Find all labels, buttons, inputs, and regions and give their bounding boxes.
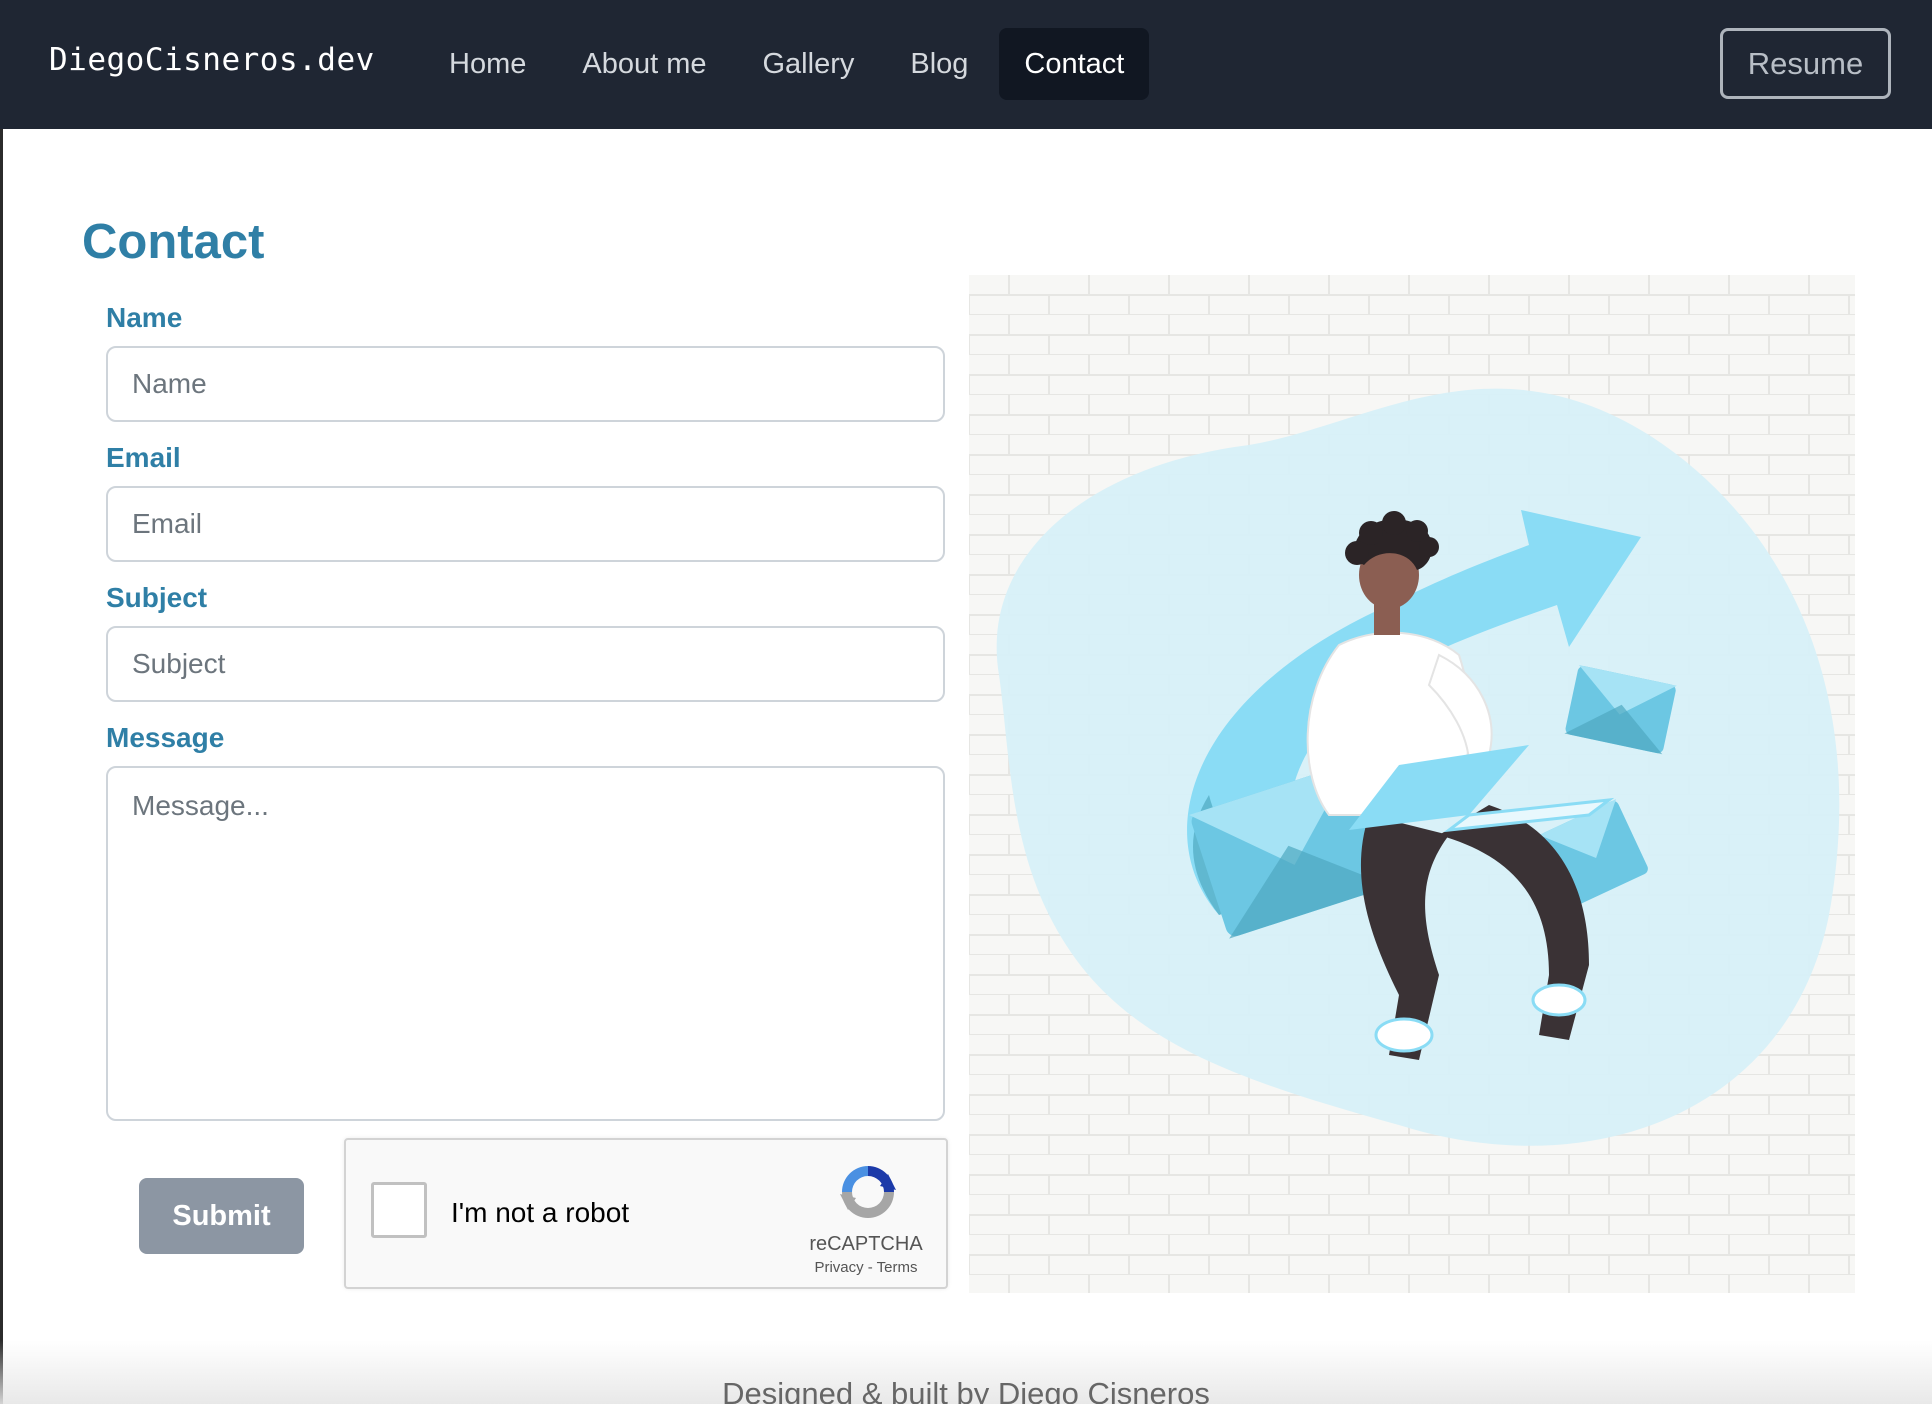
- nav-link-home[interactable]: Home: [424, 28, 551, 100]
- recaptcha-checkbox[interactable]: [371, 1182, 427, 1238]
- subject-input[interactable]: [106, 626, 945, 702]
- email-label: Email: [106, 442, 181, 473]
- email-input[interactable]: [106, 486, 945, 562]
- footer-credit: Designed & built by Diego Cisneros: [722, 1376, 1210, 1404]
- recaptcha-brand: reCAPTCHA: [809, 1233, 923, 1255]
- nav-menu: Home About me Gallery Blog Contact: [424, 28, 1155, 100]
- message-label: Message: [106, 722, 225, 753]
- recaptcha-privacy-terms-links[interactable]: Privacy - Terms: [776, 1259, 956, 1276]
- name-input[interactable]: [106, 346, 945, 422]
- resume-button[interactable]: Resume: [1720, 28, 1891, 99]
- recaptcha-widget: I'm not a robot reCAPTCHA Privacy - Term…: [344, 1138, 948, 1289]
- nav-link-about[interactable]: About me: [557, 28, 731, 100]
- nav-link-gallery[interactable]: Gallery: [738, 28, 880, 100]
- submit-button[interactable]: Submit: [139, 1178, 304, 1254]
- subject-label: Subject: [106, 582, 208, 613]
- recaptcha-label: I'm not a robot: [451, 1197, 630, 1228]
- top-navbar: DiegoCisneros.dev Home About me Gallery …: [0, 0, 1932, 129]
- recaptcha-logo-icon: [836, 1160, 900, 1224]
- name-label: Name: [106, 302, 183, 333]
- page-title: Contact: [82, 215, 265, 269]
- contact-illustration: [969, 275, 1855, 1293]
- message-textarea[interactable]: [106, 766, 945, 1121]
- nav-link-contact[interactable]: Contact: [999, 28, 1150, 100]
- site-brand[interactable]: DiegoCisneros.dev: [49, 42, 375, 78]
- nav-link-blog[interactable]: Blog: [885, 28, 993, 100]
- page-edge-divider: [0, 129, 3, 1404]
- person-laptop-envelopes-icon: [969, 275, 1855, 1293]
